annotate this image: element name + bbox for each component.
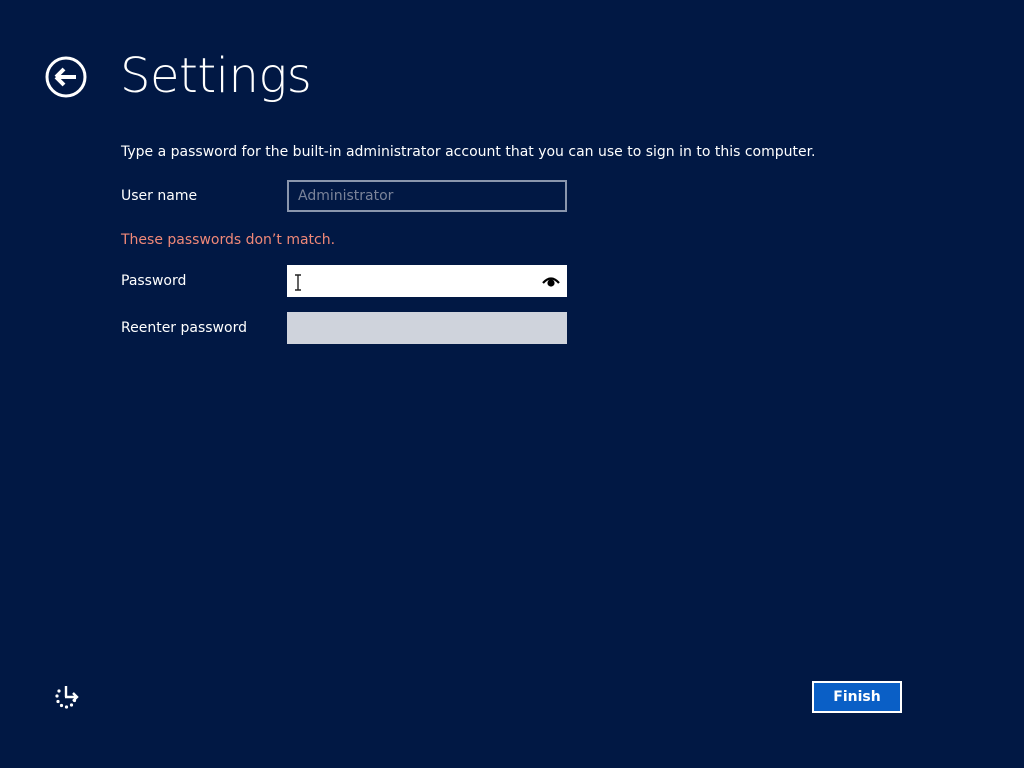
password-input[interactable]	[287, 265, 567, 297]
instruction-text: Type a password for the built-in adminis…	[121, 144, 816, 160]
eye-icon[interactable]	[541, 274, 561, 288]
back-button[interactable]	[45, 56, 87, 98]
setup-screen: Settings Type a password for the built-i…	[0, 0, 1024, 768]
back-arrow-icon	[45, 56, 87, 98]
username-label: User name	[121, 188, 198, 204]
password-label: Password	[121, 273, 187, 289]
page-title: Settings	[120, 48, 312, 104]
reenter-password-input[interactable]	[287, 312, 567, 344]
password-mismatch-error: These passwords don’t match.	[121, 232, 336, 248]
reenter-password-label: Reenter password	[121, 320, 247, 336]
username-input[interactable]	[287, 180, 567, 212]
ease-of-access-icon[interactable]	[52, 683, 80, 711]
finish-button[interactable]: Finish	[812, 681, 902, 713]
